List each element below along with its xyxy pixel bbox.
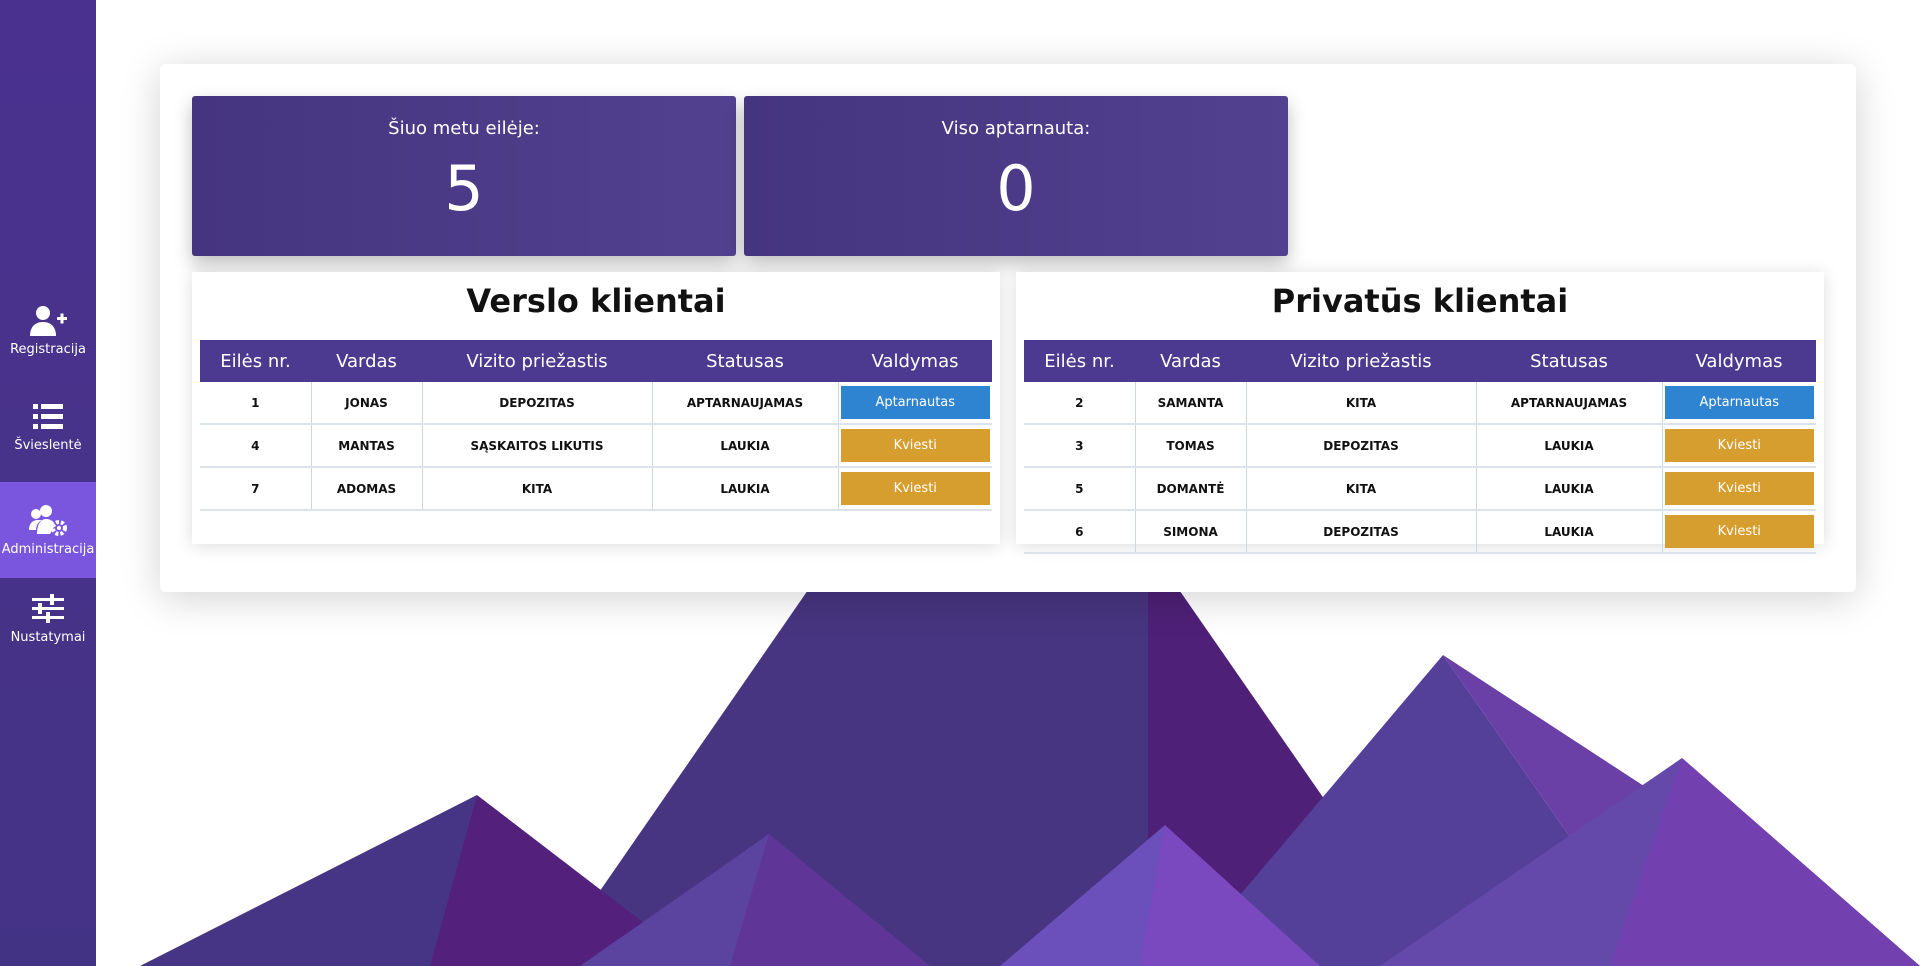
call-button[interactable]: Kviesti [1664, 472, 1814, 505]
queue-number: 7 [200, 467, 312, 511]
visit-reason: DEPOZITAS [422, 382, 653, 425]
visit-reason: SĄSKAITOS LIKUTIS [422, 424, 653, 468]
stat-label: Šiuo metu eilėje: [388, 118, 540, 139]
client-name: SAMANTA [1135, 382, 1247, 425]
sidebar-item-label: Administracija [1, 541, 95, 557]
call-button[interactable]: Kviesti [1664, 429, 1814, 462]
column-header: Vardas [311, 340, 422, 382]
queue-number: 5 [1024, 467, 1136, 511]
client-name: DOMANTĖ [1135, 467, 1247, 511]
visit-reason: KITA [1246, 467, 1477, 511]
client-name: SIMONA [1135, 510, 1247, 554]
column-header: Vizito priežastis [422, 340, 652, 382]
business-queue-table: Eilės nr. Vardas Vizito priežastis Statu… [200, 340, 992, 511]
status: LAUKIA [652, 467, 839, 511]
column-header: Statusas [652, 340, 838, 382]
served-button[interactable]: Aptarnautas [1664, 386, 1814, 419]
sidebar: Registracija Švieslentė Administracija N… [0, 0, 96, 966]
list-icon [28, 400, 68, 434]
table-row: 7 ADOMAS KITA LAUKIA Kviesti [200, 467, 992, 511]
status: LAUKIA [1476, 424, 1663, 468]
status: APTARNAUJAMAS [652, 382, 839, 425]
client-name: ADOMAS [311, 467, 423, 511]
column-header: Eilės nr. [200, 340, 311, 382]
table-row: 4 MANTAS SĄSKAITOS LIKUTIS LAUKIA Kviest… [200, 424, 992, 468]
stat-value: 0 [996, 152, 1036, 225]
stat-value: 5 [444, 152, 484, 225]
table-row: 2 SAMANTA KITA APTARNAUJAMAS Aptarnautas [1024, 382, 1816, 425]
column-header: Vizito priežastis [1246, 340, 1476, 382]
column-header: Vardas [1135, 340, 1246, 382]
private-clients-panel: Privatūs klientai Eilės nr. Vardas Vizit… [1016, 272, 1824, 554]
status: LAUKIA [1476, 467, 1663, 511]
visit-reason: KITA [1246, 382, 1477, 425]
call-button[interactable]: Kviesti [1664, 515, 1814, 548]
call-button[interactable]: Kviesti [840, 472, 990, 505]
column-header: Valdymas [1662, 340, 1816, 382]
stat-served: Viso aptarnauta: 0 [744, 96, 1288, 256]
admin-card: Šiuo metu eilėje: 5 Viso aptarnauta: 0 V… [160, 64, 1856, 592]
queue-number: 4 [200, 424, 312, 468]
users-cog-icon [28, 504, 68, 538]
client-name: TOMAS [1135, 424, 1247, 468]
queue-number: 1 [200, 382, 312, 425]
visit-reason: DEPOZITAS [1246, 424, 1477, 468]
queue-number: 2 [1024, 382, 1136, 425]
sidebar-item-label: Registracija [10, 341, 86, 357]
table-row: 3 TOMAS DEPOZITAS LAUKIA Kviesti [1024, 424, 1816, 468]
sidebar-item-svieslente[interactable]: Švieslentė [0, 378, 96, 474]
status: LAUKIA [652, 424, 839, 468]
call-button[interactable]: Kviesti [840, 429, 990, 462]
user-plus-icon [28, 304, 68, 338]
served-button[interactable]: Aptarnautas [840, 386, 990, 419]
column-header: Statusas [1476, 340, 1662, 382]
sidebar-item-registracija[interactable]: Registracija [0, 282, 96, 378]
business-clients-panel: Verslo klientai Eilės nr. Vardas Vizito … [192, 272, 1000, 544]
table-header-row: Eilės nr. Vardas Vizito priežastis Statu… [200, 340, 992, 382]
table-row: 5 DOMANTĖ KITA LAUKIA Kviesti [1024, 467, 1816, 511]
table-row: 6 SIMONA DEPOZITAS LAUKIA Kviesti [1024, 510, 1816, 554]
private-queue-table: Eilės nr. Vardas Vizito priežastis Statu… [1024, 340, 1816, 554]
visit-reason: KITA [422, 467, 653, 511]
sliders-icon [28, 592, 68, 626]
client-name: MANTAS [311, 424, 423, 468]
column-header: Valdymas [838, 340, 992, 382]
table-row: 1 JONAS DEPOZITAS APTARNAUJAMAS Aptarnau… [200, 382, 992, 425]
column-header: Eilės nr. [1024, 340, 1135, 382]
panel-title: Verslo klientai [466, 282, 726, 320]
panel-title: Privatūs klientai [1271, 282, 1569, 320]
status: APTARNAUJAMAS [1476, 382, 1663, 425]
status: LAUKIA [1476, 510, 1663, 554]
queue-number: 6 [1024, 510, 1136, 554]
stat-label: Viso aptarnauta: [941, 118, 1091, 139]
queue-number: 3 [1024, 424, 1136, 468]
sidebar-item-administracija[interactable]: Administracija [0, 482, 96, 578]
table-header-row: Eilės nr. Vardas Vizito priežastis Statu… [1024, 340, 1816, 382]
sidebar-item-nustatymai[interactable]: Nustatymai [0, 570, 96, 666]
sidebar-item-label: Švieslentė [14, 437, 82, 453]
sidebar-item-label: Nustatymai [10, 629, 86, 645]
stat-in-queue: Šiuo metu eilėje: 5 [192, 96, 736, 256]
client-name: JONAS [311, 382, 423, 425]
visit-reason: DEPOZITAS [1246, 510, 1477, 554]
